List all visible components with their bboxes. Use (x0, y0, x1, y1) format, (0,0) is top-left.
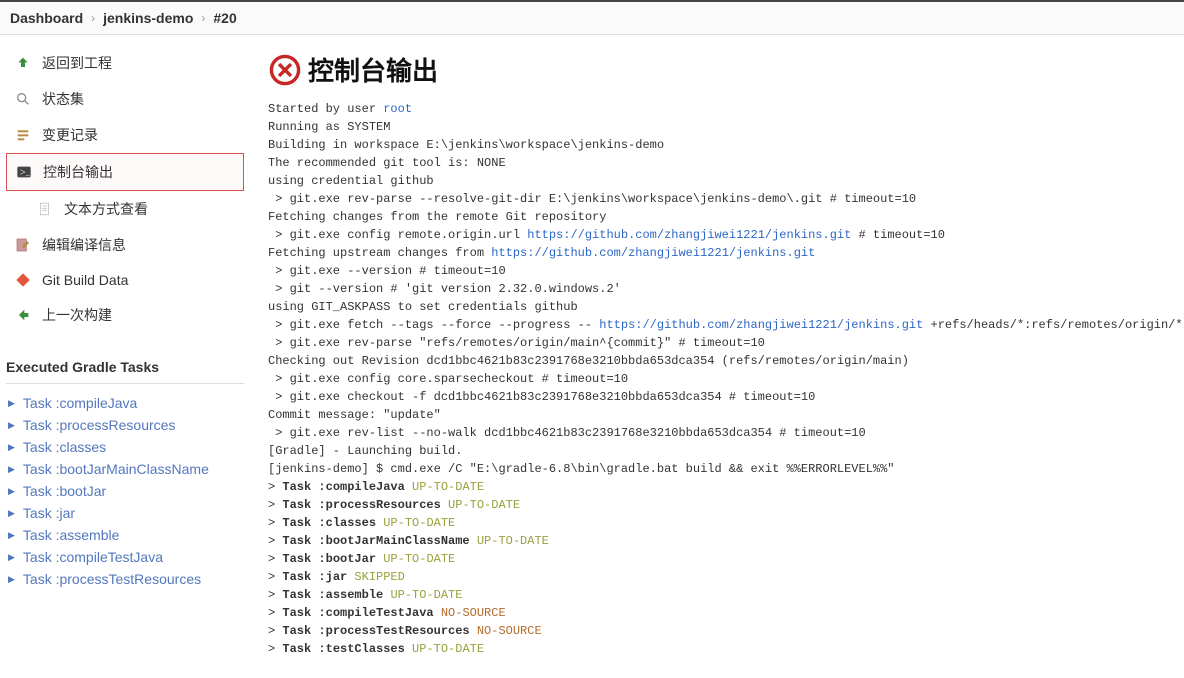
executed-tasks-heading: Executed Gradle Tasks (6, 345, 244, 384)
console-line: > git.exe checkout -f dcd1bbc4621b83c239… (268, 388, 1184, 406)
console-line: > git.exe config core.sparsecheckout # t… (268, 370, 1184, 388)
sidebar-item-status[interactable]: 状态集 (6, 81, 244, 117)
executed-task-item[interactable]: Task :processResources (8, 414, 244, 436)
arrow-up-icon (14, 54, 32, 72)
console-line: > Task :bootJarMainClassName UP-TO-DATE (268, 532, 1184, 550)
git-icon (14, 271, 32, 289)
console-output: Started by user rootRunning as SYSTEMBui… (268, 100, 1184, 658)
sidebar-item-label: 编辑编译信息 (42, 235, 126, 255)
console-line: [Gradle] - Launching build. (268, 442, 1184, 460)
sidebar-item-prev-build[interactable]: 上一次构建 (6, 297, 244, 333)
console-line: Started by user root (268, 100, 1184, 118)
console-line: Fetching changes from the remote Git rep… (268, 208, 1184, 226)
console-line: > git.exe rev-list --no-walk dcd1bbc4621… (268, 424, 1184, 442)
sidebar-item-label: 返回到工程 (42, 53, 112, 73)
console-line: > Task :bootJar UP-TO-DATE (268, 550, 1184, 568)
svg-text:＞_: ＞_ (19, 170, 30, 177)
console-line: > Task :compileTestJava NO-SOURCE (268, 604, 1184, 622)
document-icon (36, 200, 54, 218)
page-title-text: 控制台输出 (308, 51, 438, 88)
console-line: using GIT_ASKPASS to set credentials git… (268, 298, 1184, 316)
chevron-right-icon: › (201, 11, 205, 25)
notepad-icon (14, 236, 32, 254)
page-title: 控制台输出 (268, 51, 1184, 88)
breadcrumb: Dashboard › jenkins-demo › #20 (0, 0, 1184, 35)
sidebar-item-back[interactable]: 返回到工程 (6, 45, 244, 81)
arrow-left-icon (14, 306, 32, 324)
executed-task-item[interactable]: Task :bootJarMainClassName (8, 458, 244, 480)
console-line: Checking out Revision dcd1bbc4621b83c239… (268, 352, 1184, 370)
sidebar-item-changes[interactable]: 变更记录 (6, 117, 244, 153)
console-line: > Task :processTestResources NO-SOURCE (268, 622, 1184, 640)
executed-task-item[interactable]: Task :processTestResources (8, 568, 244, 590)
sidebar: 返回到工程 状态集 变更记录 ＞_ 控制台输出 文本方式查看 (0, 35, 250, 678)
console-line: The recommended git tool is: NONE (268, 154, 1184, 172)
crumb-build[interactable]: #20 (213, 10, 236, 26)
console-line: > Task :processResources UP-TO-DATE (268, 496, 1184, 514)
status-failed-icon (268, 53, 302, 87)
executed-task-item[interactable]: Task :jar (8, 502, 244, 524)
console-line: > git.exe rev-parse --resolve-git-dir E:… (268, 190, 1184, 208)
sidebar-item-label: 变更记录 (42, 125, 98, 145)
console-line: > git.exe rev-parse "refs/remotes/origin… (268, 334, 1184, 352)
sidebar-item-git[interactable]: Git Build Data (6, 263, 244, 297)
console-line: > git.exe --version # timeout=10 (268, 262, 1184, 280)
executed-task-item[interactable]: Task :compileJava (8, 392, 244, 414)
executed-task-item[interactable]: Task :bootJar (8, 480, 244, 502)
chevron-right-icon: › (91, 11, 95, 25)
console-line: Commit message: "update" (268, 406, 1184, 424)
list-icon (14, 126, 32, 144)
repo-link[interactable]: https://github.com/zhangjiwei1221/jenkin… (527, 228, 851, 242)
executed-tasks-list: Task :compileJavaTask :processResourcesT… (6, 384, 244, 590)
console-line: > Task :classes UP-TO-DATE (268, 514, 1184, 532)
executed-task-item[interactable]: Task :assemble (8, 524, 244, 546)
search-icon (14, 90, 32, 108)
executed-task-item[interactable]: Task :compileTestJava (8, 546, 244, 568)
console-line: > Task :jar SKIPPED (268, 568, 1184, 586)
sidebar-item-console[interactable]: ＞_ 控制台输出 (6, 153, 244, 191)
sidebar-item-label: 状态集 (42, 89, 84, 109)
sidebar-item-label: 文本方式查看 (64, 199, 148, 219)
sidebar-item-plaintext[interactable]: 文本方式查看 (6, 191, 244, 227)
sidebar-item-edit-build[interactable]: 编辑编译信息 (6, 227, 244, 263)
console-line: [jenkins-demo] $ cmd.exe /C "E:\gradle-6… (268, 460, 1184, 478)
repo-link[interactable]: https://github.com/zhangjiwei1221/jenkin… (599, 318, 923, 332)
console-line: > git.exe config remote.origin.url https… (268, 226, 1184, 244)
console-line: using credential github (268, 172, 1184, 190)
main-content: 控制台输出 Started by user rootRunning as SYS… (250, 35, 1184, 678)
sidebar-item-label: 控制台输出 (43, 162, 113, 182)
crumb-project[interactable]: jenkins-demo (103, 10, 193, 26)
crumb-dashboard[interactable]: Dashboard (10, 10, 83, 26)
terminal-icon: ＞_ (15, 163, 33, 181)
console-line: > Task :testClasses UP-TO-DATE (268, 640, 1184, 658)
console-line: > Task :assemble UP-TO-DATE (268, 586, 1184, 604)
sidebar-item-label: 上一次构建 (42, 305, 112, 325)
user-link[interactable]: root (383, 102, 412, 116)
console-line: Fetching upstream changes from https://g… (268, 244, 1184, 262)
repo-link[interactable]: https://github.com/zhangjiwei1221/jenkin… (491, 246, 815, 260)
console-line: > git --version # 'git version 2.32.0.wi… (268, 280, 1184, 298)
executed-task-item[interactable]: Task :classes (8, 436, 244, 458)
console-line: Building in workspace E:\jenkins\workspa… (268, 136, 1184, 154)
console-line: Running as SYSTEM (268, 118, 1184, 136)
sidebar-item-label: Git Build Data (42, 272, 128, 288)
console-line: > Task :compileJava UP-TO-DATE (268, 478, 1184, 496)
console-line: > git.exe fetch --tags --force --progres… (268, 316, 1184, 334)
